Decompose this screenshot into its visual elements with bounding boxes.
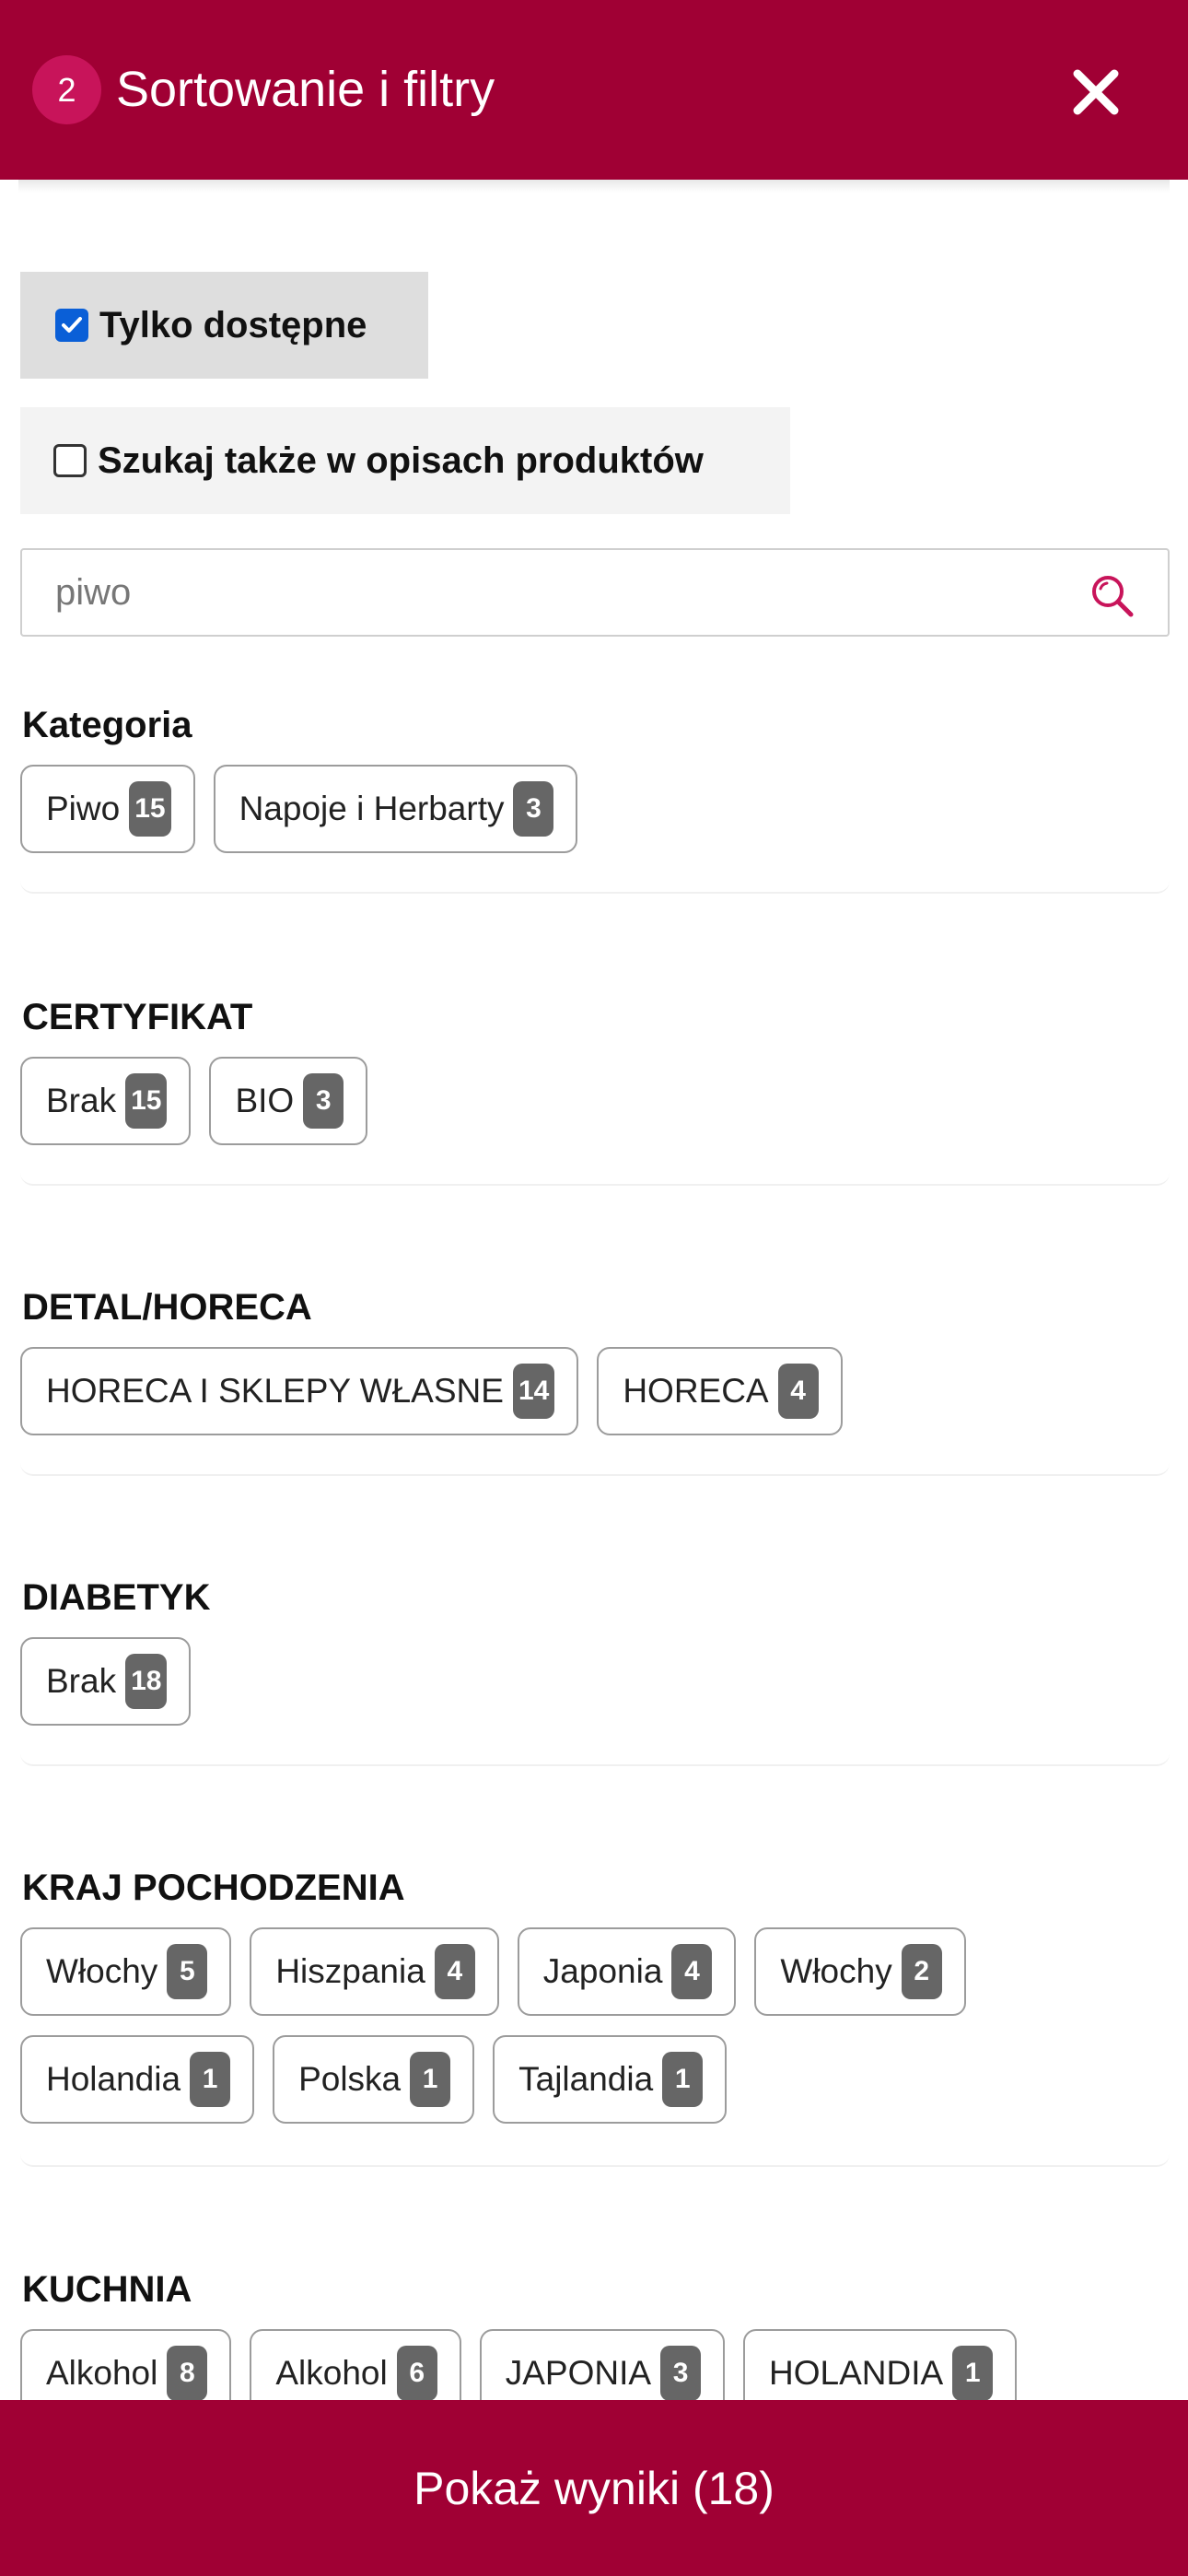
chip-count: 4 bbox=[671, 1944, 713, 1999]
chip-count: 6 bbox=[396, 2346, 437, 2400]
filter-chip[interactable]: Japonia 4 bbox=[517, 1927, 737, 2016]
chip-row: Włochy 5 Hiszpania 4 Japonia 4 Włochy 2 bbox=[20, 1927, 966, 2016]
search-descriptions-checkbox[interactable] bbox=[53, 444, 87, 477]
chip-label: Holandia bbox=[46, 2060, 181, 2098]
chip-count: 1 bbox=[952, 2346, 994, 2400]
chip-count: 3 bbox=[513, 781, 554, 837]
filter-section-country: KRAJ POCHODZENIA Włochy 5 Hiszpania 4 Japo… bbox=[20, 1858, 1170, 2167]
show-results-button[interactable]: Pokaż wyniki (18) bbox=[0, 2400, 1188, 2576]
filter-section-category: Kategoria Piwo 15 Napoje i Herbarty 3 bbox=[20, 696, 1170, 894]
chip-label: HORECA I SKLEPY WŁASNE bbox=[46, 1372, 504, 1410]
check-icon bbox=[62, 317, 82, 333]
chip-count: 8 bbox=[167, 2346, 208, 2400]
chip-label: Hiszpania bbox=[275, 1952, 425, 1990]
search-descriptions-label: Szukaj także w opisach produktów bbox=[98, 439, 704, 481]
chip-row: Brak 18 bbox=[20, 1637, 192, 1726]
chip-count: 14 bbox=[512, 1364, 555, 1419]
available-only-checkbox[interactable] bbox=[55, 309, 88, 342]
chip-count: 18 bbox=[125, 1654, 168, 1709]
section-title: Kategoria bbox=[22, 705, 192, 745]
chip-label: Napoje i Herbarty bbox=[239, 790, 505, 827]
filter-chip[interactable]: Alkohol 6 bbox=[250, 2329, 461, 2400]
filter-chip[interactable]: HORECA 4 bbox=[597, 1347, 843, 1435]
chip-row: Piwo 15 Napoje i Herbarty 3 bbox=[20, 765, 578, 853]
chip-row: Holandia 1 Polska 1 Tajlandia 1 bbox=[20, 2035, 728, 2124]
show-results-label: Pokaż wyniki (18) bbox=[413, 2462, 775, 2514]
section-title: CERTYFIKAT bbox=[22, 997, 253, 1037]
filter-chip[interactable]: Tajlandia 1 bbox=[493, 2035, 728, 2124]
filter-chip[interactable]: Polska 1 bbox=[273, 2035, 475, 2124]
filter-section-certificate: CERTYFIKAT Brak 15 BIO 3 bbox=[20, 988, 1170, 1186]
filter-section-cuisine: KUCHNIA Alkohol 8 Alkohol 6 JAPONIA 3 HOLAN… bbox=[20, 2260, 1170, 2400]
chip-label: Włochy bbox=[46, 1952, 158, 1990]
search-box bbox=[20, 548, 1170, 637]
chip-count: 15 bbox=[125, 1073, 168, 1129]
close-icon bbox=[1073, 69, 1119, 115]
chip-label: HORECA bbox=[623, 1372, 769, 1410]
chip-count: 1 bbox=[410, 2052, 451, 2107]
filter-chip[interactable]: HORECA I SKLEPY WŁASNE 14 bbox=[20, 1347, 579, 1435]
chip-label: Japonia bbox=[542, 1952, 663, 1990]
filter-chip[interactable]: Brak 18 bbox=[20, 1637, 192, 1726]
chip-label: Brak bbox=[46, 1662, 117, 1700]
chip-label: Brak bbox=[46, 1082, 117, 1119]
filter-chip[interactable]: HOLANDIA 1 bbox=[743, 2329, 1018, 2400]
chip-count: 2 bbox=[901, 1944, 942, 1999]
chip-label: Alkohol bbox=[275, 2354, 388, 2392]
chip-row: Alkohol 8 Alkohol 6 JAPONIA 3 HOLANDIA 1 bbox=[20, 2329, 1018, 2400]
filter-chip[interactable]: Alkohol 8 bbox=[20, 2329, 232, 2400]
filter-chip[interactable]: Napoje i Herbarty 3 bbox=[213, 765, 578, 853]
chip-label: Polska bbox=[298, 2060, 402, 2098]
chip-label: Włochy bbox=[780, 1952, 892, 1990]
filter-chip[interactable]: JAPONIA 3 bbox=[479, 2329, 726, 2400]
chip-label: Tajlandia bbox=[518, 2060, 654, 2098]
filter-section-retail-horeca: DETAL/HORECA HORECA I SKLEPY WŁASNE 14 HO… bbox=[20, 1278, 1170, 1476]
filter-section-diabetic: DIABETYK Brak 18 bbox=[20, 1568, 1170, 1766]
filter-chip[interactable]: BIO 3 bbox=[209, 1057, 368, 1145]
available-only-option[interactable]: Tylko dostępne bbox=[20, 272, 428, 379]
filter-chip[interactable]: Hiszpania 4 bbox=[250, 1927, 499, 2016]
filter-chip[interactable]: Piwo 15 bbox=[20, 765, 195, 853]
chip-label: JAPONIA bbox=[505, 2354, 652, 2392]
filter-chip[interactable]: Holandia 1 bbox=[20, 2035, 255, 2124]
chip-count: 1 bbox=[190, 2052, 231, 2107]
chip-count: 3 bbox=[303, 1073, 344, 1129]
available-only-label: Tylko dostępne bbox=[99, 304, 367, 345]
chip-count: 15 bbox=[129, 781, 171, 837]
chip-label: BIO bbox=[235, 1082, 295, 1119]
chip-label: Piwo bbox=[46, 790, 121, 827]
chip-count: 5 bbox=[167, 1944, 208, 1999]
filter-chip[interactable]: Włochy 2 bbox=[754, 1927, 966, 2016]
section-title: DIABETYK bbox=[22, 1577, 211, 1618]
chip-count: 3 bbox=[660, 2346, 702, 2400]
chip-count: 1 bbox=[662, 2052, 704, 2107]
filters-content[interactable]: Tylko dostępne Szukaj także w opisach pr… bbox=[0, 180, 1188, 2400]
section-title: KUCHNIA bbox=[22, 2269, 192, 2310]
chip-count: 4 bbox=[777, 1364, 819, 1419]
chip-label: Alkohol bbox=[46, 2354, 158, 2392]
filter-chip[interactable]: Brak 15 bbox=[20, 1057, 192, 1145]
chip-count: 4 bbox=[434, 1944, 475, 1999]
chip-row: HORECA I SKLEPY WŁASNE 14 HORECA 4 bbox=[20, 1347, 843, 1435]
section-title: DETAL/HORECA bbox=[22, 1287, 312, 1328]
filters-header: 2 Sortowanie i filtry bbox=[0, 0, 1188, 180]
step-badge: 2 bbox=[32, 55, 101, 124]
filter-chip[interactable]: Włochy 5 bbox=[20, 1927, 232, 2016]
page-title: Sortowanie i filtry bbox=[116, 62, 495, 117]
search-input[interactable] bbox=[55, 565, 1068, 620]
search-descriptions-option[interactable]: Szukaj także w opisach produktów bbox=[20, 407, 790, 514]
header-shadow bbox=[18, 180, 1170, 193]
chip-label: HOLANDIA bbox=[769, 2354, 944, 2392]
search-icon[interactable] bbox=[1089, 572, 1136, 620]
section-title: KRAJ POCHODZENIA bbox=[22, 1868, 405, 1908]
close-button[interactable] bbox=[1068, 64, 1124, 120]
chip-row: Brak 15 BIO 3 bbox=[20, 1057, 368, 1145]
